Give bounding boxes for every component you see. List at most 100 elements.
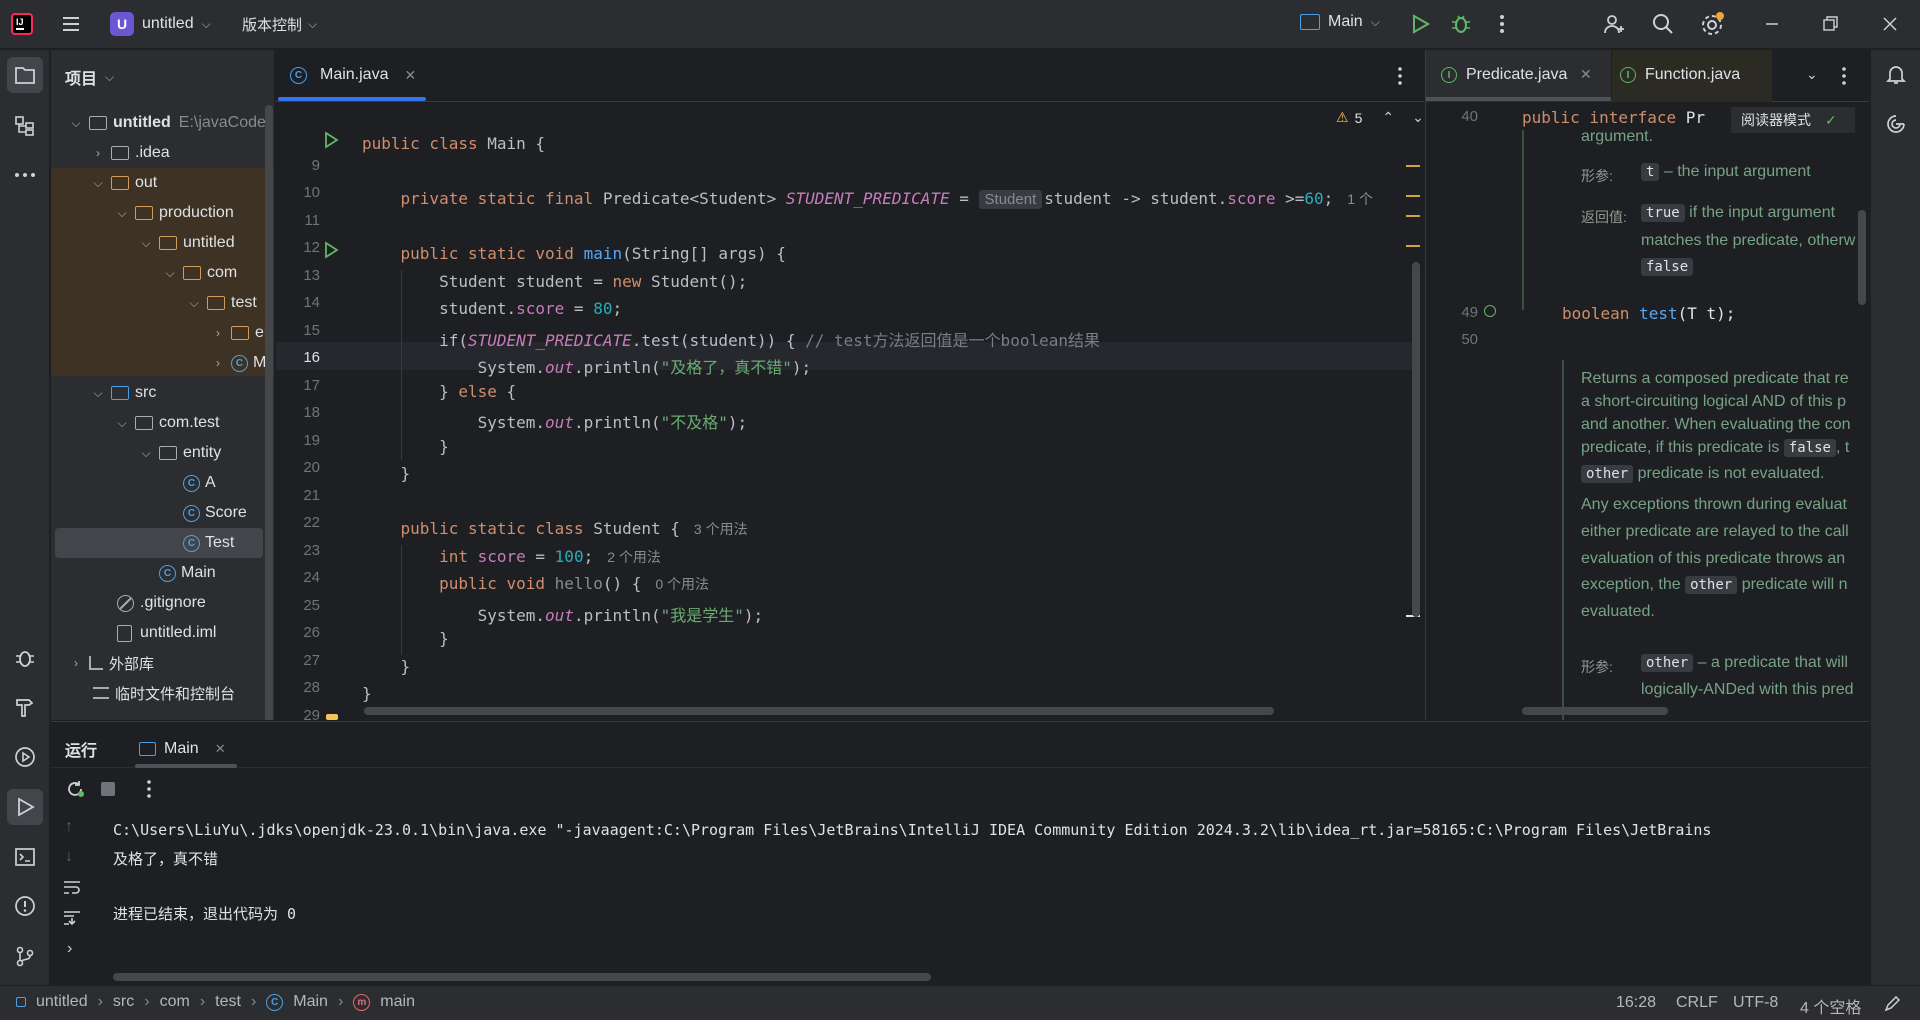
- warning-marker[interactable]: [1406, 245, 1420, 247]
- tab-function-java[interactable]: I Function.java: [1612, 50, 1772, 102]
- stop-icon[interactable]: [101, 782, 115, 796]
- code-line-28[interactable]: }: [362, 629, 449, 648]
- chevron-up-icon[interactable]: ⌃: [1382, 109, 1394, 126]
- code-line-19[interactable]: } else {: [362, 382, 516, 401]
- structure-tool-icon[interactable]: [7, 108, 43, 144]
- split-horizontal-scrollbar[interactable]: [1522, 707, 1668, 715]
- code-line-18[interactable]: System.out.println("及格了，真不错");: [362, 354, 812, 378]
- tree-node-external-libs[interactable]: › 外部库: [51, 648, 274, 678]
- soft-wrap-icon[interactable]: [63, 880, 81, 901]
- breadcrumb-item[interactable]: com: [160, 993, 190, 1011]
- indent-setting[interactable]: 4 个空格: [1800, 994, 1861, 1018]
- line-separator[interactable]: CRLF: [1676, 994, 1718, 1012]
- scroll-up-icon[interactable]: ↑: [65, 818, 73, 836]
- breadcrumb-item[interactable]: test: [215, 993, 241, 1011]
- run-gutter-icon[interactable]: [323, 131, 339, 154]
- code-line-17[interactable]: if(STUDENT_PREDICATE.test(student)) { //…: [362, 327, 1100, 351]
- tree-node-gitignore[interactable]: .gitignore: [51, 588, 274, 618]
- tree-node-score[interactable]: C Score: [51, 498, 274, 528]
- build-hammer-icon[interactable]: [7, 689, 43, 725]
- close-window-icon[interactable]: [1880, 14, 1900, 34]
- tree-node-idea[interactable]: › .idea: [51, 138, 274, 168]
- warning-marker[interactable]: [1406, 215, 1420, 217]
- chevron-down-icon[interactable]: ⌄: [1412, 109, 1424, 126]
- tree-node-en[interactable]: › en: [51, 318, 274, 348]
- run-gutter-icon[interactable]: [323, 241, 339, 264]
- tab-options-icon[interactable]: [1396, 66, 1404, 91]
- more-actions-icon[interactable]: [1497, 13, 1507, 35]
- bulb-icon[interactable]: [326, 714, 338, 720]
- code-line-29[interactable]: }: [362, 657, 411, 676]
- more-options-icon[interactable]: [145, 779, 153, 804]
- chevron-down-icon[interactable]: ⌄: [1806, 66, 1818, 83]
- reader-mode-button[interactable]: 阅读器模式 ✓: [1731, 107, 1855, 133]
- inspection-widget[interactable]: ⚠ 5 ⌃ ⌄: [1336, 109, 1424, 126]
- ai-assistant-icon[interactable]: [1878, 106, 1914, 142]
- code-line-10[interactable]: public class Main {: [362, 134, 545, 153]
- project-switcher[interactable]: U untitled ⌵: [110, 12, 211, 36]
- main-menu-icon[interactable]: [60, 13, 82, 35]
- code-line-20[interactable]: System.out.println("不及格");: [362, 409, 748, 433]
- run-tool-icon[interactable]: [7, 789, 43, 825]
- console-horizontal-scrollbar[interactable]: [113, 973, 931, 981]
- scroll-to-end-icon[interactable]: [63, 910, 81, 931]
- tree-node-untitled-out[interactable]: ⌵ untitled: [51, 228, 274, 258]
- tab-main-java[interactable]: C Main.java ✕: [290, 66, 416, 84]
- close-tab-icon[interactable]: ✕: [1580, 66, 1592, 83]
- code-line-21[interactable]: }: [362, 437, 449, 456]
- breadcrumb-item[interactable]: src: [113, 993, 134, 1011]
- tree-node-a[interactable]: C A: [51, 468, 274, 498]
- code-line-15[interactable]: Student student = new Student();: [362, 272, 747, 291]
- editor-horizontal-scrollbar[interactable]: [364, 707, 1274, 715]
- run-tab-main[interactable]: Main ✕: [131, 730, 234, 768]
- code-line-49[interactable]: boolean test(T t);: [1562, 304, 1735, 323]
- editor-vertical-scrollbar[interactable]: [1412, 262, 1420, 617]
- code-line-30[interactable]: }: [362, 684, 372, 703]
- notifications-bell-icon[interactable]: [1878, 56, 1914, 92]
- vcs-menu[interactable]: 版本控制 ⌵: [242, 14, 317, 35]
- caret-position[interactable]: 16:28: [1616, 994, 1656, 1012]
- file-encoding[interactable]: UTF-8: [1733, 994, 1778, 1012]
- tree-node-untitled[interactable]: ⌵ untitled E:\javaCode\: [51, 108, 274, 138]
- code-line-24[interactable]: public static class Student {3 个用法: [362, 519, 748, 539]
- code-line-40[interactable]: public interface Pr: [1522, 108, 1705, 127]
- breadcrumb-item[interactable]: main: [380, 993, 415, 1011]
- tree-node-com[interactable]: ⌵ com: [51, 258, 274, 288]
- more-tools-icon[interactable]: [7, 157, 43, 193]
- tree-node-test-class[interactable]: C Test: [55, 528, 263, 558]
- debug-icon[interactable]: [1450, 13, 1472, 35]
- run-icon[interactable]: [1409, 13, 1431, 35]
- debug-tool-icon[interactable]: [7, 640, 43, 676]
- problems-icon[interactable]: [7, 888, 43, 924]
- tree-node-out[interactable]: ⌵ out: [51, 168, 274, 198]
- scroll-down-icon[interactable]: ↓: [65, 848, 73, 866]
- breadcrumb-item[interactable]: untitled: [36, 993, 88, 1011]
- code-line-12[interactable]: private static final Predicate<Student> …: [362, 189, 1373, 209]
- code-line-27[interactable]: System.out.println("我是学生");: [362, 602, 764, 626]
- tree-node-main[interactable]: C Main: [51, 558, 274, 588]
- project-scrollbar[interactable]: [265, 105, 273, 720]
- code-line-22[interactable]: }: [362, 464, 411, 483]
- code-line-14[interactable]: public static void main(String[] args) {: [362, 244, 786, 263]
- services-icon[interactable]: [7, 739, 43, 775]
- implementations-gutter-icon[interactable]: [1484, 305, 1496, 317]
- restore-icon[interactable]: [1820, 14, 1840, 34]
- edit-lock-icon[interactable]: [1884, 995, 1901, 1017]
- settings-gear-icon[interactable]: [1700, 11, 1726, 37]
- close-tab-icon[interactable]: ✕: [404, 67, 416, 84]
- tree-node-iml[interactable]: untitled.iml: [51, 618, 274, 648]
- terminal-icon[interactable]: [7, 839, 43, 875]
- code-line-26[interactable]: public void hello() {0 个用法: [362, 574, 709, 594]
- project-panel-header[interactable]: 项目 ⌵: [65, 65, 114, 89]
- run-config-selector[interactable]: Main ⌵: [1300, 13, 1380, 31]
- split-vertical-scrollbar[interactable]: [1858, 210, 1866, 305]
- project-tool-icon[interactable]: [7, 57, 43, 93]
- tree-node-src[interactable]: ⌵ src: [51, 378, 274, 408]
- tree-node-entity[interactable]: ⌵ entity: [51, 438, 274, 468]
- warning-marker[interactable]: [1406, 195, 1420, 197]
- tab-predicate-java[interactable]: I Predicate.java ✕: [1426, 50, 1611, 102]
- search-icon[interactable]: [1651, 12, 1675, 36]
- tab-options-icon[interactable]: [1840, 66, 1848, 91]
- git-icon[interactable]: [7, 938, 43, 974]
- minimize-icon[interactable]: [1762, 14, 1782, 34]
